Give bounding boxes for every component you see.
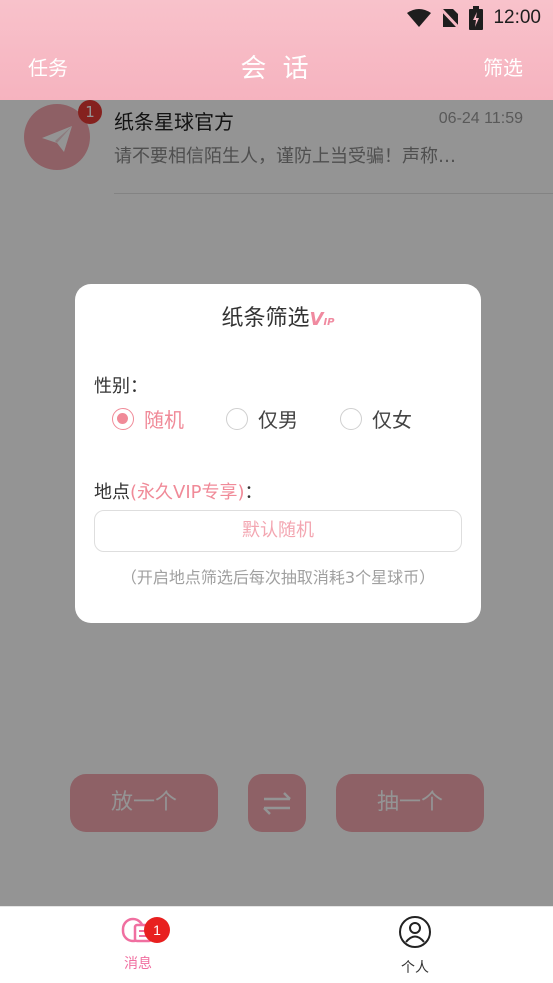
- dialog-title: 纸条筛选VIP: [75, 300, 481, 332]
- battery-charging-icon: [469, 6, 484, 30]
- status-icons: 12:00: [407, 6, 541, 30]
- user-icon: [399, 916, 431, 948]
- filter-button[interactable]: 筛选: [483, 52, 523, 81]
- status-bar: 12:00: [0, 0, 553, 38]
- radio-unchecked-icon[interactable]: [340, 407, 362, 430]
- top-bar: 12:00 任务 会 话 筛选: [0, 0, 553, 100]
- gender-option-random[interactable]: 随机: [112, 404, 184, 433]
- radio-unchecked-icon[interactable]: [226, 407, 248, 430]
- no-sim-icon: [441, 7, 460, 29]
- tab-label: 消息: [124, 956, 152, 972]
- tab-badge: 1: [144, 917, 170, 943]
- vip-icon: VIP: [309, 309, 335, 330]
- wifi-icon: [407, 9, 432, 27]
- dialog-title-text: 纸条筛选: [221, 306, 310, 331]
- status-time: 12:00: [493, 7, 541, 28]
- tab-label: 个人: [401, 960, 429, 976]
- gender-option-label: 仅女: [372, 408, 412, 432]
- page-title: 会 话: [240, 54, 313, 84]
- radio-checked-icon[interactable]: [112, 407, 134, 430]
- location-select[interactable]: 默认随机: [94, 510, 462, 552]
- location-cost-note: （开启地点筛选后每次抽取消耗3个星球币）: [120, 568, 436, 587]
- tab-messages[interactable]: 1 消息: [78, 915, 198, 973]
- filter-dialog: 纸条筛选VIP 性别： 随机 仅男 仅女 地点(永久VIP专享)： 默认随机 （…: [75, 284, 481, 623]
- gender-option-label: 仅男: [258, 408, 298, 432]
- tab-profile[interactable]: 个人: [355, 915, 475, 977]
- gender-option-label: 随机: [144, 408, 184, 432]
- location-label: 地点(永久VIP专享)：: [94, 482, 263, 503]
- vip-only-note: (永久VIP专享): [130, 482, 245, 503]
- gender-option-female[interactable]: 仅女: [340, 404, 412, 433]
- gender-option-male[interactable]: 仅男: [226, 404, 298, 433]
- gender-label: 性别：: [94, 376, 148, 397]
- bottom-tab-bar: 1 消息 个人: [0, 906, 553, 983]
